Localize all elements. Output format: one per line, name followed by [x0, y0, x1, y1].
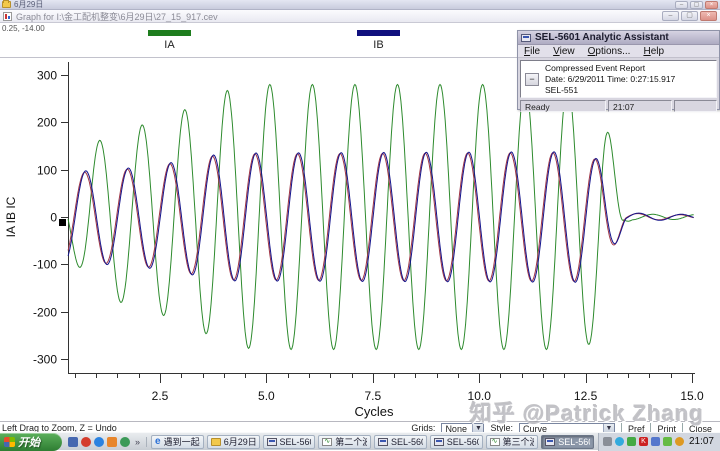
folder-icon [2, 1, 11, 8]
maximize-button[interactable]: ▢ [690, 1, 703, 9]
msn-icon[interactable] [68, 437, 78, 447]
y-tick-label: -300 [33, 353, 57, 367]
collapse-button[interactable]: − [525, 73, 539, 86]
background-window-titlebar: 6月29日 – ▢ × [0, 0, 720, 10]
legend-label: IA [148, 39, 191, 51]
volume-icon[interactable] [615, 437, 624, 446]
cursor-marker[interactable] [59, 219, 66, 226]
graph-window-title: Graph for I:\金工配机整变\6月29日\27_15_917.cev [16, 10, 218, 23]
analytic-assistant-window: SEL-5601 Analytic Assistant File View Opti… [517, 30, 720, 110]
graph-app-icon [3, 12, 12, 21]
folder-icon [211, 438, 221, 446]
ie-icon: e [155, 436, 161, 447]
app-icon [521, 34, 531, 42]
y-tick-label: -200 [33, 306, 57, 320]
taskbar-button[interactable]: 6月29日 [207, 435, 260, 449]
legend-color-bar [357, 30, 400, 36]
sel-icon [267, 438, 277, 446]
menu-item-view[interactable]: View [553, 46, 575, 57]
sel-icon [434, 438, 444, 446]
event-report-entry[interactable]: Compressed Event ReportDate: 6/29/2011 T… [545, 63, 675, 96]
taskbar-button-label: 第三个波形... [503, 435, 535, 448]
legend-item-IA: IA [148, 30, 191, 51]
report-line: Compressed Event Report [545, 63, 675, 74]
taskbar-clock: 21:07 [687, 436, 716, 447]
report-line: Date: 6/29/2011 Time: 0:27:15.917 [545, 74, 675, 85]
system-tray: K 21:07 [598, 433, 720, 451]
legend-color-bar [148, 30, 191, 36]
report-line: SEL-551 [545, 85, 675, 96]
y-axis-title: IA IB IC [4, 196, 18, 237]
x-tick-label: 2.5 [152, 389, 169, 403]
cursor-coordinate-readout: 0.25, -14.00 [2, 24, 45, 33]
watermark: 知乎 @Patrick Zhang [470, 396, 704, 428]
taskbar: 开始 » e遇到一起保...6月29日SEL-5601 A...∿第二个波形..… [0, 432, 720, 450]
taskbar-buttons: e遇到一起保...6月29日SEL-5601 A...∿第二个波形...SEL-… [147, 435, 598, 449]
taskbar-button[interactable]: e遇到一起保... [151, 435, 204, 449]
y-tick-label: 0 [50, 211, 57, 225]
taskbar-button[interactable]: SEL-5601 A... [541, 435, 594, 449]
maximize-button[interactable]: ▢ [681, 11, 698, 21]
analytic-assistant-title: SEL-5601 Analytic Assistant [535, 32, 669, 43]
taskbar-button-label: SEL-5601 A... [391, 437, 423, 447]
status-bar: Ready 21:07 [520, 100, 717, 112]
close-icon[interactable]: × [700, 11, 717, 21]
printer-icon[interactable] [603, 437, 612, 446]
minimize-button[interactable]: – [675, 1, 688, 9]
legend-item-IB: IB [357, 30, 400, 51]
x-tick-label: 5.0 [258, 389, 275, 403]
start-button[interactable]: 开始 [0, 433, 62, 451]
taskbar-button[interactable]: SEL-5601 A... [430, 435, 483, 449]
y-tick-label: 300 [37, 69, 57, 83]
update-icon[interactable] [675, 437, 684, 446]
sel-icon [378, 438, 388, 446]
taskbar-button-label: 第二个波形... [335, 435, 367, 448]
graph-window-titlebar: Graph for I:\金工配机整变\6月29日\27_15_917.cev … [0, 10, 720, 23]
taskbar-button-label: SEL-5601 A... [280, 437, 312, 447]
legend-label: IB [357, 39, 400, 51]
background-window-title: 6月29日 [14, 0, 43, 10]
shield-icon[interactable] [627, 437, 636, 446]
y-tick-label: -100 [33, 258, 57, 272]
close-icon[interactable]: × [705, 1, 718, 9]
analytic-assistant-titlebar[interactable]: SEL-5601 Analytic Assistant [518, 31, 719, 45]
opera-icon[interactable] [81, 437, 91, 447]
wave-icon: ∿ [322, 438, 332, 446]
status-filler [674, 100, 717, 112]
windows-flag-icon [4, 437, 15, 447]
menu-item-file[interactable]: File [524, 46, 540, 57]
taskbar-button-label: SEL-5601 A... [558, 437, 590, 447]
y-tick-label: 100 [37, 164, 57, 178]
quick-launch-bar: » [62, 437, 147, 447]
mail-icon[interactable] [107, 437, 117, 447]
network-icon[interactable] [663, 437, 672, 446]
taskbar-button-label: SEL-5601 A... [447, 437, 479, 447]
display-icon[interactable] [651, 437, 660, 446]
overflow-chevron-icon[interactable]: » [133, 437, 142, 447]
globe-icon[interactable] [120, 437, 130, 447]
antivirus-icon[interactable]: K [639, 437, 648, 446]
menu-item-help[interactable]: Help [643, 46, 664, 57]
series-IA [68, 85, 694, 350]
status-time: 21:07 [608, 100, 672, 112]
sel-icon [545, 438, 555, 446]
event-report-list: − Compressed Event ReportDate: 6/29/2011… [520, 60, 717, 98]
taskbar-button[interactable]: ∿第三个波形... [486, 435, 539, 449]
y-tick-label: 200 [37, 116, 57, 130]
status-text: Ready [520, 100, 606, 112]
taskbar-button[interactable]: SEL-5601 A... [263, 435, 316, 449]
x-axis-title: Cycles [354, 404, 394, 419]
taskbar-button-label: 6月29日 [224, 435, 256, 448]
wave-icon: ∿ [490, 438, 500, 446]
taskbar-button[interactable]: SEL-5601 A... [374, 435, 427, 449]
menu-item-options[interactable]: Options... [588, 46, 631, 57]
taskbar-button[interactable]: ∿第二个波形... [318, 435, 371, 449]
x-tick-label: 7.5 [364, 389, 381, 403]
minimize-button[interactable]: – [662, 11, 679, 21]
ie-icon[interactable] [94, 437, 104, 447]
taskbar-button-label: 遇到一起保... [164, 435, 200, 448]
menu-bar: File View Options... Help [518, 45, 719, 58]
